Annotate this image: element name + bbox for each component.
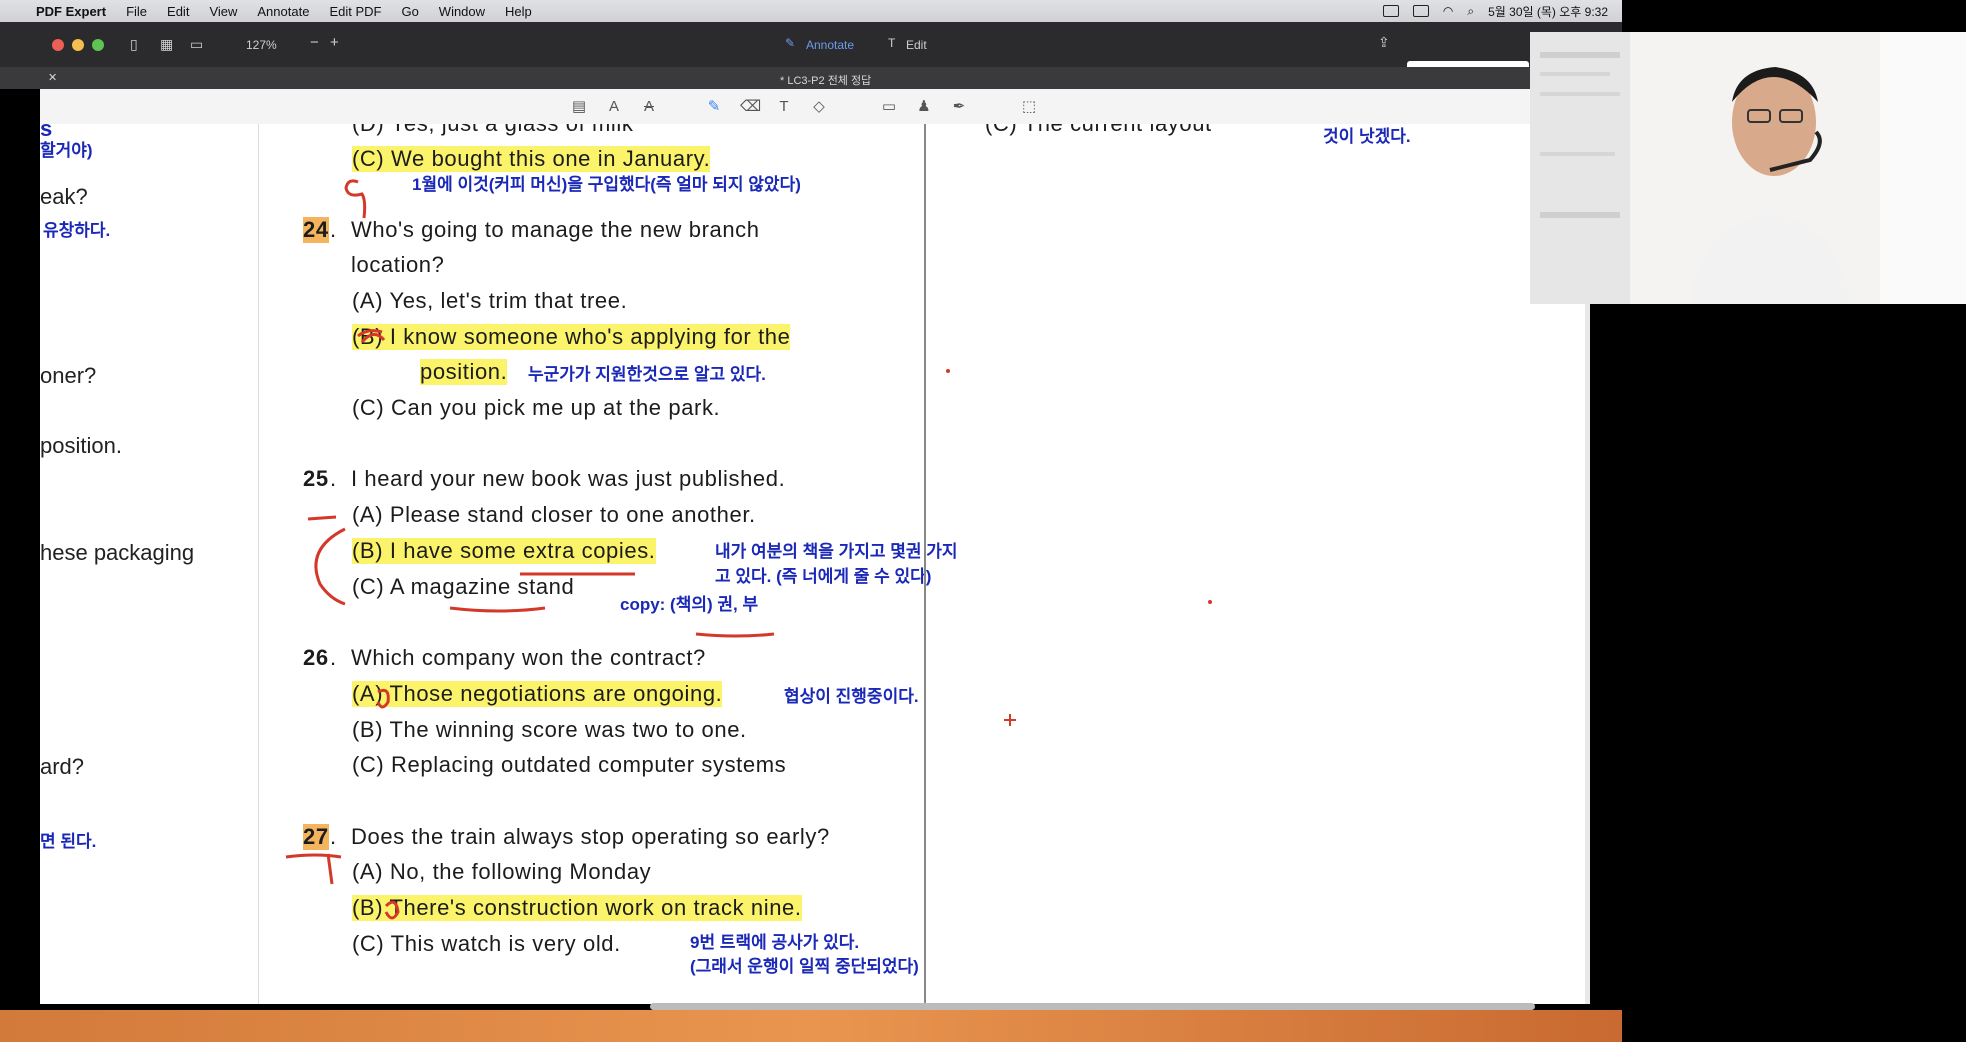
grid-view-icon[interactable]: ▦ [160,36,173,53]
wifi-icon[interactable]: ◠ [1443,4,1453,18]
text-box-icon[interactable]: ▤ [570,98,588,116]
eraser-icon[interactable]: ⌫ [740,98,761,116]
edit-mode-icon[interactable]: T [888,36,895,50]
clock[interactable]: 5월 30일 (목) 오후 9:32 [1488,3,1608,20]
pdf-page[interactable]: s 할거야) eak? 유창하다. oner? position. hese p… [40,124,1590,1004]
status-area: ◠ ⌕ 5월 30일 (목) 오후 9:32 [1382,0,1608,22]
ink-underline [449,606,546,613]
menu-help[interactable]: Help [505,4,532,19]
menu-app-name[interactable]: PDF Expert [36,4,106,19]
annotate-mode-icon[interactable]: ✎ [785,36,795,50]
annotation-toolbar: ▤ A A ✎ ⌫ T ◇ ▭ ♟ ✒ ⬚ [40,89,1622,125]
status-icon[interactable] [1382,5,1399,17]
zoom-out-button[interactable]: − [310,34,319,51]
strikethrough-icon[interactable]: A [640,98,658,116]
webcam-overlay [1530,32,1966,304]
signature-icon[interactable]: ✒ [950,98,968,116]
close-tab-icon[interactable]: ✕ [48,71,57,84]
ink-mark [344,179,367,219]
ink-annotations [285,179,1212,920]
ink-dot [1208,600,1212,604]
highlight-text-icon[interactable]: A [605,98,623,116]
search-icon[interactable]: ⌕ [1467,4,1474,19]
tab-title[interactable]: * LC3-P2 전체 정답 [780,72,871,88]
selection-icon[interactable]: ⬚ [1020,98,1038,116]
menu-edit[interactable]: Edit [167,4,189,19]
ink-mark [285,853,342,885]
comment-icon[interactable]: ▭ [880,98,898,116]
edit-mode-button[interactable]: Edit [906,38,927,52]
shapes-icon[interactable]: ◇ [810,98,828,116]
page-view-icon[interactable]: ▭ [190,36,203,53]
status-icon[interactable] [1412,5,1429,17]
annotate-mode-button[interactable]: Annotate [806,38,854,52]
menu-go[interactable]: Go [401,4,418,19]
zoom-window-button[interactable] [92,39,104,51]
menu-window[interactable]: Window [439,4,485,19]
window-toolbar: ▯ ▦ ▭ 127% − + ✎ Annotate T Edit ⇪ [0,22,1622,79]
zoom-level[interactable]: 127% [246,38,277,52]
ink-mark [314,527,346,606]
desktop-background [0,1010,1622,1042]
ink-mark [307,515,337,521]
horizontal-scrollbar[interactable] [650,1003,1535,1010]
minimize-window-button[interactable] [72,39,84,51]
ink-mark [384,900,400,920]
menu-bar: PDF Expert File Edit View Annotate Edit … [0,0,1622,22]
ink-mark [376,688,390,709]
sidebar-toggle-icon[interactable]: ▯ [130,36,138,53]
cursor-cross [1004,714,1016,726]
menu-annotate[interactable]: Annotate [257,4,309,19]
ink-underline [695,632,775,638]
presenter-video [1530,32,1966,304]
zoom-in-button[interactable]: + [330,34,339,51]
stamp-icon[interactable]: ♟ [915,98,933,116]
text-tool-icon[interactable]: T [775,98,793,116]
menu-edit-pdf[interactable]: Edit PDF [329,4,381,19]
ink-mark [357,329,386,344]
pen-icon[interactable]: ✎ [705,98,723,116]
close-window-button[interactable] [52,39,64,51]
share-icon[interactable]: ⇪ [1378,34,1390,51]
menu-view[interactable]: View [209,4,237,19]
menu-file[interactable]: File [126,4,147,19]
ink-dot [946,369,950,373]
tab-bar: ✕ * LC3-P2 전체 정답 [0,67,1622,89]
